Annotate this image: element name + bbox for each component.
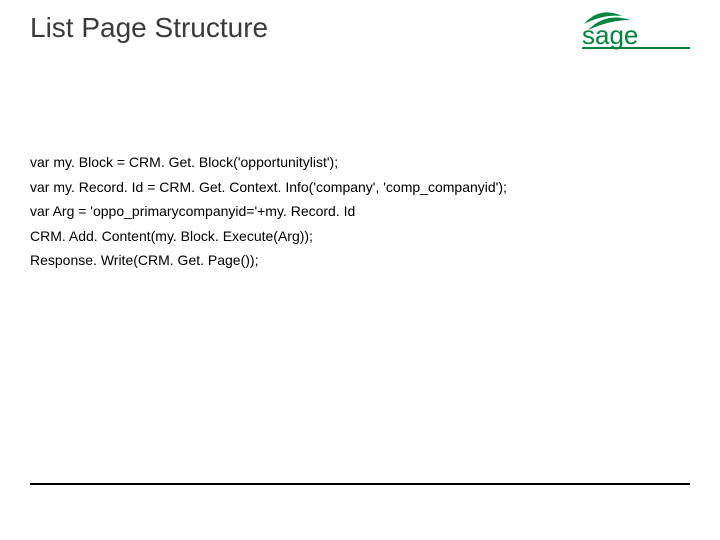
code-line: var Arg = 'oppo_primarycompanyid='+my. R… bbox=[30, 199, 690, 224]
code-block: var my. Block = CRM. Get. Block('opportu… bbox=[30, 150, 690, 273]
code-line: var my. Record. Id = CRM. Get. Context. … bbox=[30, 175, 690, 200]
footer-divider bbox=[30, 483, 690, 485]
code-line: var my. Block = CRM. Get. Block('opportu… bbox=[30, 150, 690, 175]
svg-text:sage: sage bbox=[582, 20, 638, 50]
code-line: Response. Write(CRM. Get. Page()); bbox=[30, 248, 690, 273]
page-title: List Page Structure bbox=[30, 12, 268, 44]
slide: List Page Structure sage var my. Block =… bbox=[0, 0, 720, 540]
sage-logo: sage bbox=[582, 10, 692, 50]
code-line: CRM. Add. Content(my. Block. Execute(Arg… bbox=[30, 224, 690, 249]
